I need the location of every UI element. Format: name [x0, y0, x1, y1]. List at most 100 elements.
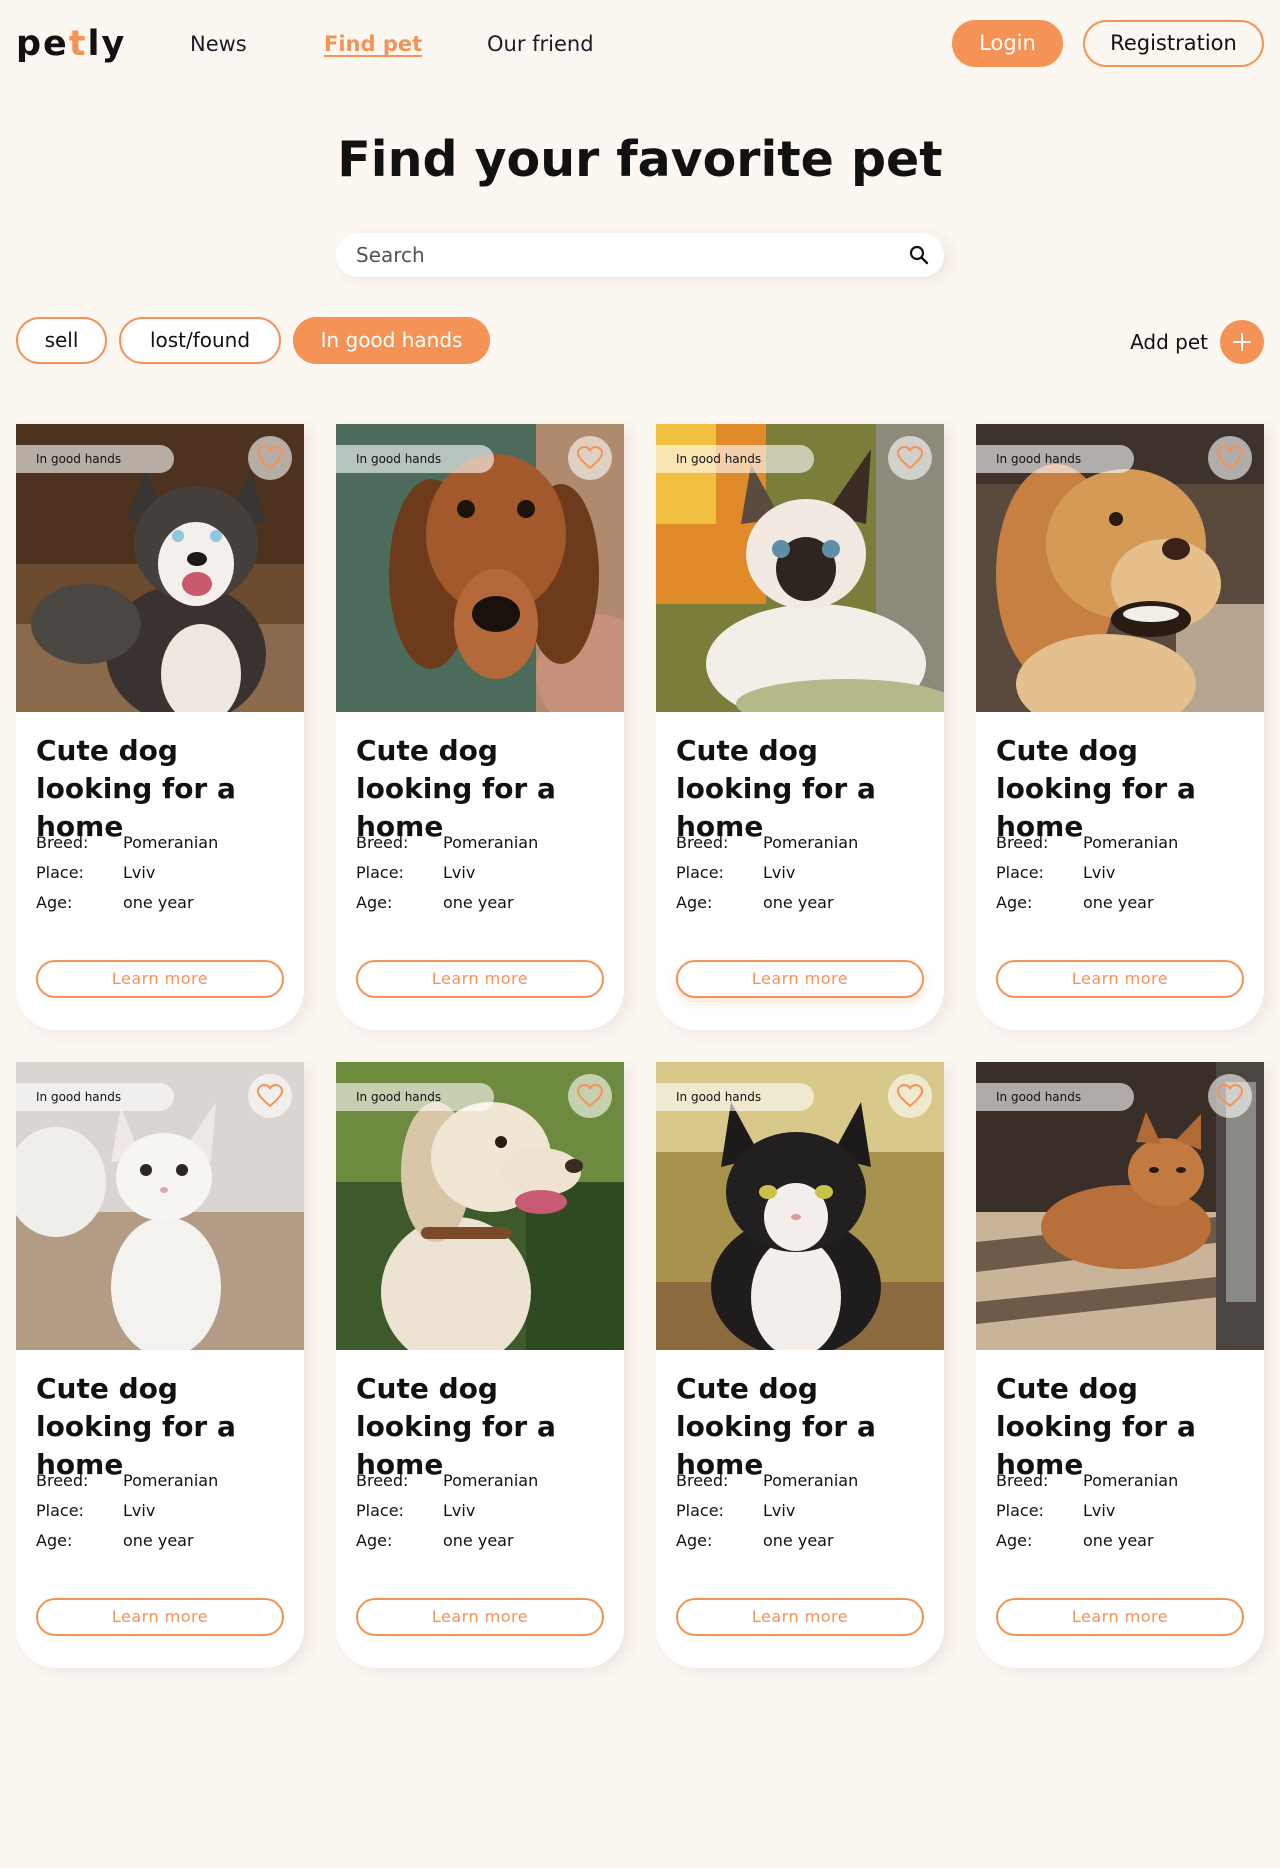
place-label: Place:	[36, 863, 84, 882]
pet-card: In good hands Cute dog looking for a hom…	[976, 424, 1264, 1030]
breed-value: Pomeranian	[443, 1471, 539, 1490]
breed-label: Breed:	[676, 1471, 729, 1490]
heart-icon[interactable]	[248, 1074, 292, 1118]
pets-grid: In good hands Cute dog looking for a hom…	[16, 424, 1264, 1668]
nav-news[interactable]: News	[190, 30, 247, 58]
breed-value: Pomeranian	[443, 833, 539, 852]
pet-card: In good hands Cute dog looking for a hom…	[656, 424, 944, 1030]
pet-info: Breed: Pomeranian Place: Lviv Age: one year	[996, 828, 1246, 918]
logo-text-end: ly	[87, 24, 127, 64]
pet-info: Breed: Pomeranian Place: Lviv Age: one year	[996, 1466, 1246, 1556]
pet-card: In good hands Cute dog looking for a hom…	[336, 424, 624, 1030]
place-label: Place:	[356, 1501, 404, 1520]
heart-icon[interactable]	[568, 1074, 612, 1118]
pet-info: Breed: Pomeranian Place: Lviv Age: one year	[356, 1466, 606, 1556]
age-value: one year	[443, 893, 514, 912]
filter-in-good-hands[interactable]: In good hands	[293, 317, 490, 364]
age-value: one year	[443, 1531, 514, 1550]
pet-info: Breed: Pomeranian Place: Lviv Age: one year	[676, 1466, 926, 1556]
logo[interactable]: petly	[16, 22, 126, 66]
age-label: Age:	[356, 1531, 393, 1550]
heart-icon[interactable]	[1208, 1074, 1252, 1118]
age-label: Age:	[996, 893, 1033, 912]
search-icon[interactable]	[908, 244, 930, 266]
nav-find-pet[interactable]: Find pet	[324, 30, 422, 58]
breed-label: Breed:	[36, 1471, 89, 1490]
heart-icon[interactable]	[888, 1074, 932, 1118]
age-label: Age:	[356, 893, 393, 912]
place-value: Lviv	[763, 863, 796, 882]
breed-value: Pomeranian	[1083, 1471, 1179, 1490]
plus-icon	[1220, 320, 1264, 364]
nav-our-friend[interactable]: Our friend	[487, 30, 594, 58]
pet-card: In good hands Cute dog looking for a hom…	[16, 424, 304, 1030]
add-pet-label: Add pet	[1130, 330, 1208, 354]
learn-more-button[interactable]: Learn more	[676, 960, 924, 998]
place-label: Place:	[36, 1501, 84, 1520]
place-value: Lviv	[1083, 863, 1116, 882]
place-value: Lviv	[1083, 1501, 1116, 1520]
age-value: one year	[123, 893, 194, 912]
filter-sell[interactable]: sell	[16, 317, 107, 364]
age-value: one year	[763, 1531, 834, 1550]
breed-label: Breed:	[996, 833, 1049, 852]
heart-icon[interactable]	[248, 436, 292, 480]
status-badge: In good hands	[976, 445, 1134, 473]
breed-label: Breed:	[356, 1471, 409, 1490]
pet-info: Breed: Pomeranian Place: Lviv Age: one year	[36, 1466, 286, 1556]
pet-info: Breed: Pomeranian Place: Lviv Age: one year	[676, 828, 926, 918]
breed-label: Breed:	[676, 833, 729, 852]
age-value: one year	[763, 893, 834, 912]
heart-icon[interactable]	[888, 436, 932, 480]
age-value: one year	[1083, 1531, 1154, 1550]
search-bar	[336, 233, 944, 277]
status-badge: In good hands	[16, 1083, 174, 1111]
learn-more-button[interactable]: Learn more	[36, 1598, 284, 1636]
page-title: Find your favorite pet	[337, 131, 943, 188]
learn-more-button[interactable]: Learn more	[996, 960, 1244, 998]
pet-card: In good hands Cute dog looking for a hom…	[16, 1062, 304, 1668]
learn-more-button[interactable]: Learn more	[356, 1598, 604, 1636]
heart-icon[interactable]	[1208, 436, 1252, 480]
logo-text-accent: t	[68, 24, 88, 64]
learn-more-button[interactable]: Learn more	[996, 1598, 1244, 1636]
logo-text-start: pe	[16, 24, 69, 64]
age-label: Age:	[36, 1531, 73, 1550]
heart-icon[interactable]	[568, 436, 612, 480]
status-badge: In good hands	[656, 445, 814, 473]
pet-info: Breed: Pomeranian Place: Lviv Age: one year	[36, 828, 286, 918]
learn-more-button[interactable]: Learn more	[356, 960, 604, 998]
breed-value: Pomeranian	[1083, 833, 1179, 852]
breed-value: Pomeranian	[123, 1471, 219, 1490]
place-label: Place:	[676, 1501, 724, 1520]
header: petly News Find pet Our friend Login Reg…	[0, 0, 1280, 90]
breed-value: Pomeranian	[763, 1471, 859, 1490]
place-value: Lviv	[123, 1501, 156, 1520]
search-input[interactable]	[336, 233, 944, 277]
add-pet-button[interactable]: Add pet	[1130, 320, 1264, 364]
place-label: Place:	[996, 1501, 1044, 1520]
breed-label: Breed:	[996, 1471, 1049, 1490]
age-label: Age:	[676, 893, 713, 912]
age-value: one year	[123, 1531, 194, 1550]
place-label: Place:	[996, 863, 1044, 882]
pet-card: In good hands Cute dog looking for a hom…	[656, 1062, 944, 1668]
login-button[interactable]: Login	[952, 20, 1063, 67]
breed-value: Pomeranian	[123, 833, 219, 852]
place-value: Lviv	[443, 1501, 476, 1520]
status-badge: In good hands	[16, 445, 174, 473]
registration-button[interactable]: Registration	[1083, 20, 1264, 67]
status-badge: In good hands	[336, 445, 494, 473]
status-badge: In good hands	[656, 1083, 814, 1111]
place-label: Place:	[676, 863, 724, 882]
place-value: Lviv	[763, 1501, 796, 1520]
learn-more-button[interactable]: Learn more	[36, 960, 284, 998]
pet-card: In good hands Cute dog looking for a hom…	[976, 1062, 1264, 1668]
age-value: one year	[1083, 893, 1154, 912]
breed-label: Breed:	[36, 833, 89, 852]
status-badge: In good hands	[976, 1083, 1134, 1111]
age-label: Age:	[676, 1531, 713, 1550]
status-badge: In good hands	[336, 1083, 494, 1111]
learn-more-button[interactable]: Learn more	[676, 1598, 924, 1636]
filter-lost-found[interactable]: lost/found	[119, 317, 281, 364]
